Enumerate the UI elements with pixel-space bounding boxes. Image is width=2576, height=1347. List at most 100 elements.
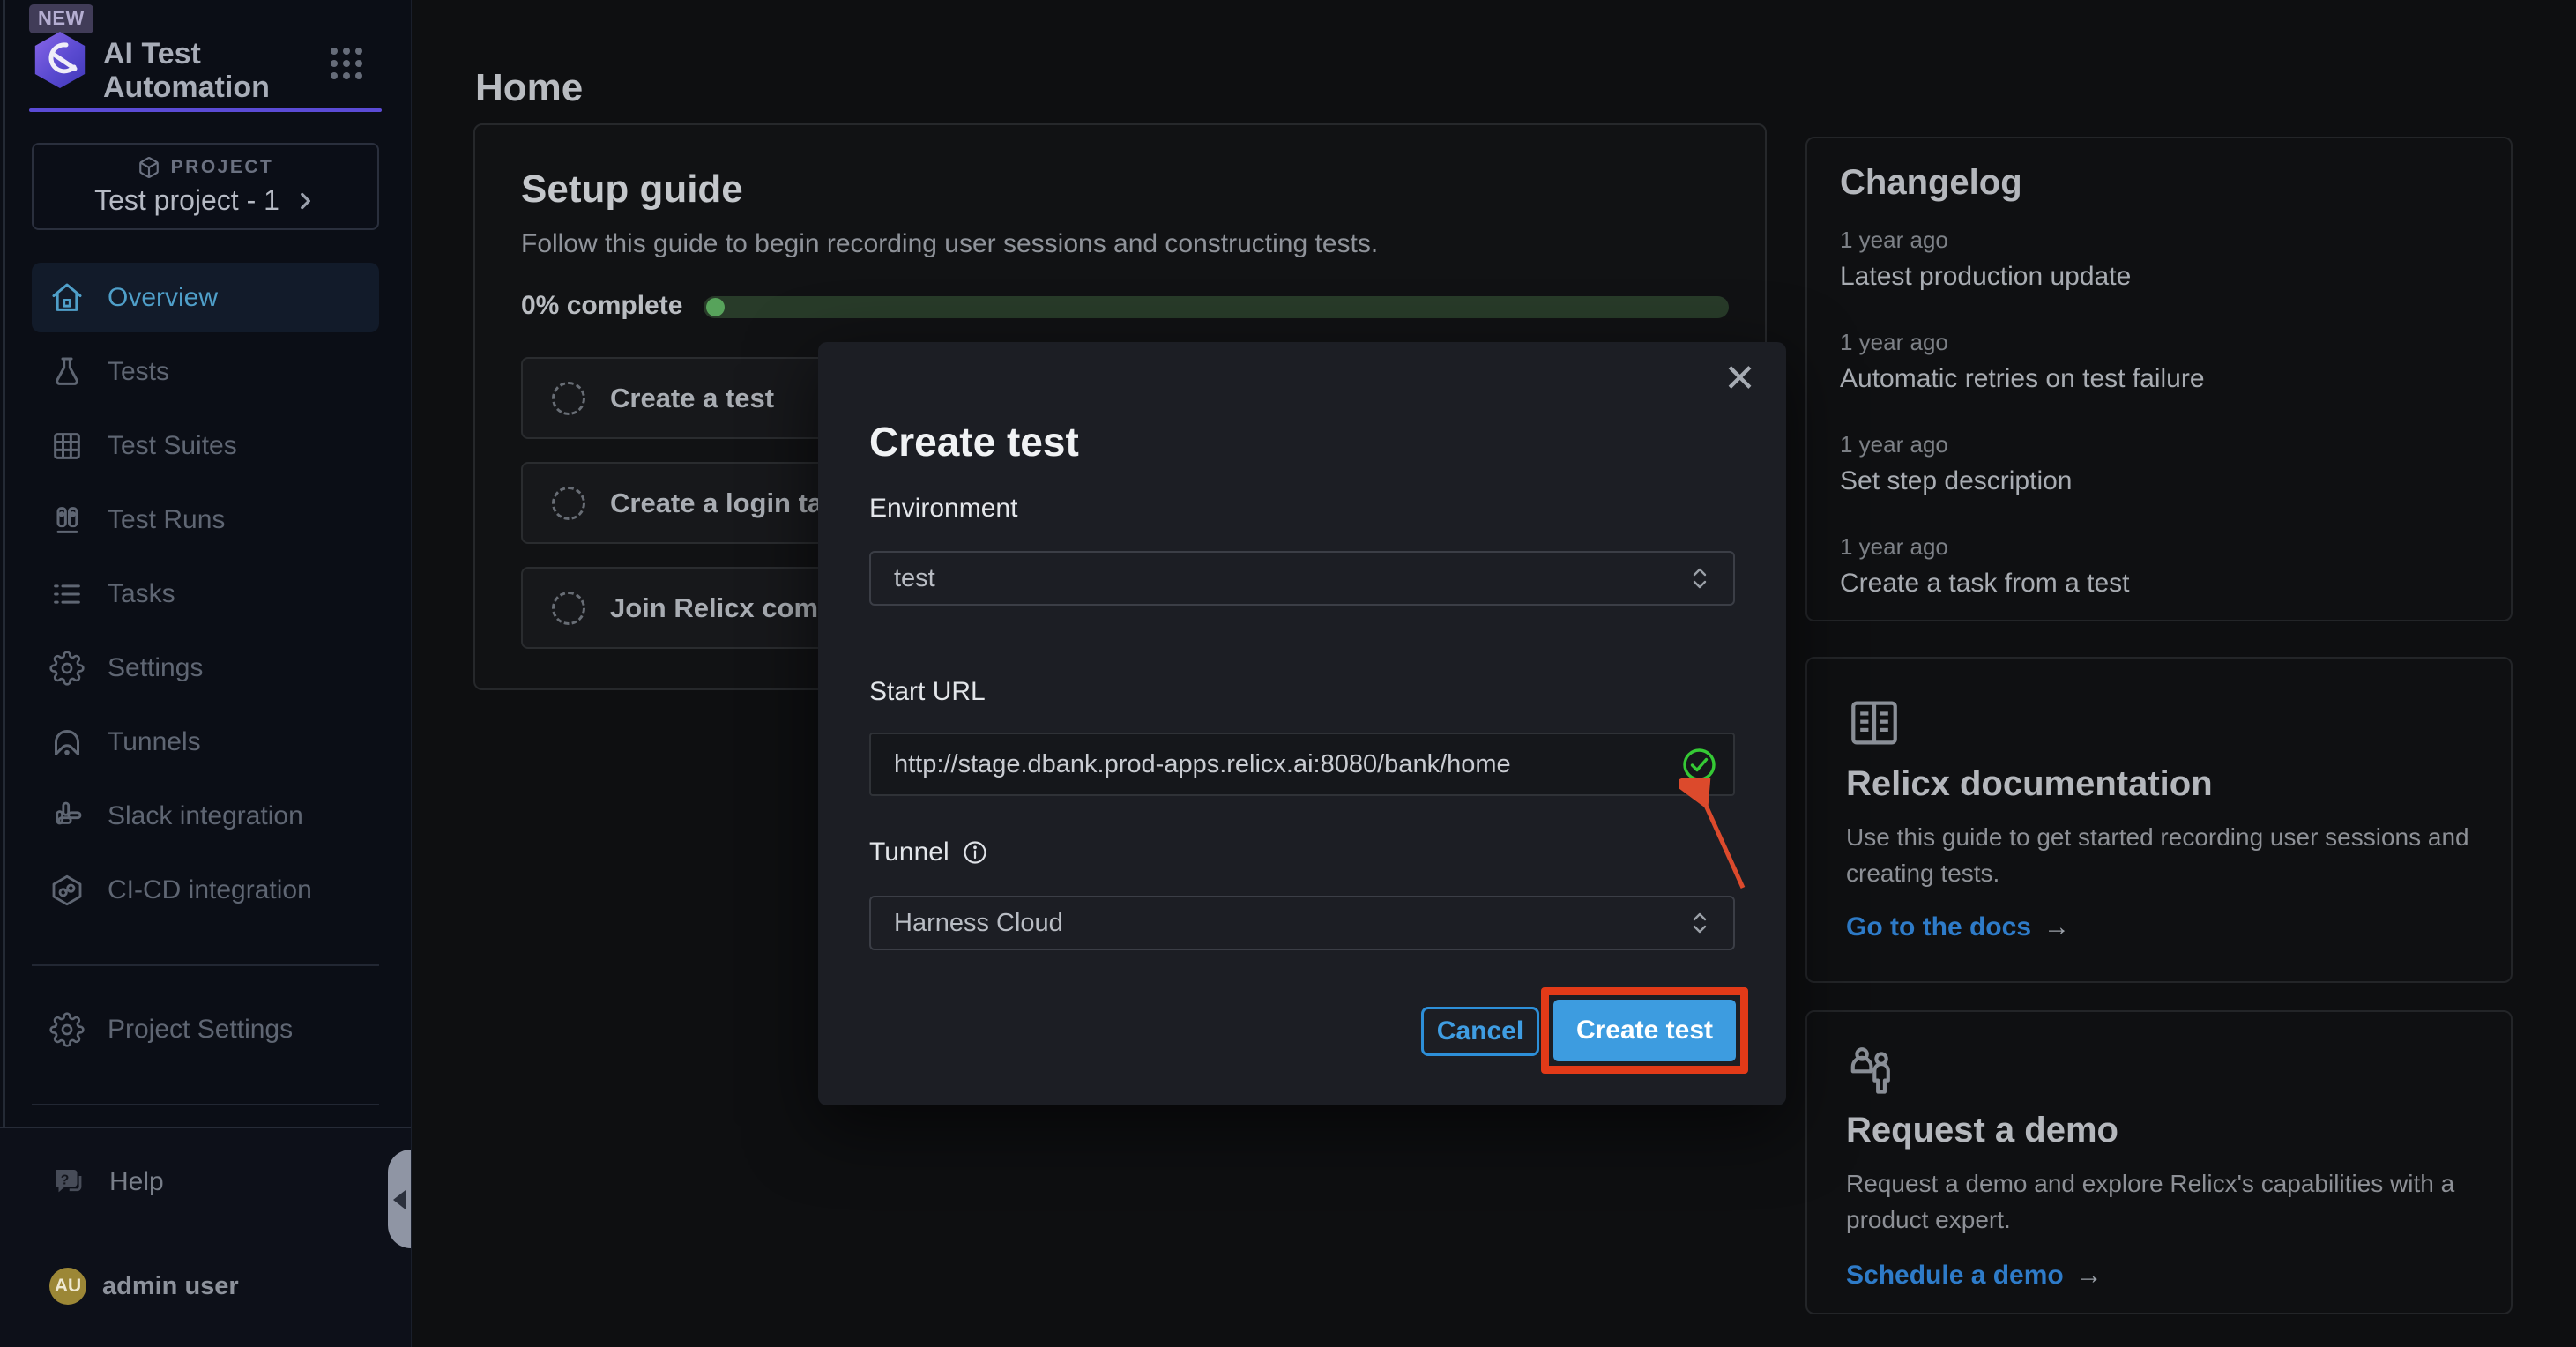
changelog-entry: 1 year ago Latest production update	[1840, 227, 2478, 292]
help-button[interactable]: ? Help	[49, 1164, 164, 1201]
sidebar-item-label: Project Settings	[108, 1015, 293, 1045]
changelog-title: Changelog	[1840, 163, 2022, 203]
incomplete-step-icon	[552, 487, 585, 520]
url-valid-check-icon	[1681, 747, 1717, 783]
sidebar-item-label: Slack integration	[108, 801, 303, 831]
sidebar-item-label: Overview	[108, 283, 218, 313]
sidebar-item-label: Test Suites	[108, 431, 237, 461]
environment-label: Environment	[869, 494, 1017, 524]
gear-icon	[49, 651, 85, 686]
task-list-icon	[49, 577, 85, 612]
changelog-entry: 1 year ago Automatic retries on test fai…	[1840, 329, 2478, 394]
help-label: Help	[109, 1167, 164, 1197]
sidebar-item-cicd-integration[interactable]: CI-CD integration	[32, 855, 379, 925]
cube-icon	[138, 156, 160, 179]
sidebar-item-overview[interactable]: Overview	[32, 263, 379, 332]
create-test-modal: ✕ Create test Environment test Start URL…	[818, 342, 1786, 1105]
tunnel-icon	[49, 725, 85, 760]
docs-body: Use this guide to get started recording …	[1846, 819, 2477, 892]
changelog-entry: 1 year ago Create a task from a test	[1840, 533, 2478, 599]
start-url-label: Start URL	[869, 677, 986, 707]
app-logo-icon	[34, 32, 86, 88]
sidebar-collapse-handle[interactable]	[388, 1150, 411, 1248]
sidebar-bottom-section: ? Help AU admin user	[0, 1127, 411, 1347]
chevron-right-icon	[294, 188, 316, 214]
go-to-docs-link[interactable]: Go to the docs →	[1846, 912, 2070, 942]
sidebar-item-label: CI-CD integration	[108, 875, 312, 905]
sidebar-item-label: Tunnels	[108, 727, 201, 757]
setup-guide-title: Setup guide	[521, 167, 743, 212]
cancel-button[interactable]: Cancel	[1421, 1007, 1539, 1056]
svg-text:?: ?	[61, 1172, 70, 1187]
demo-card: Request a demo Request a demo and explor…	[1805, 1010, 2513, 1314]
tunnel-select[interactable]: Harness Cloud	[869, 896, 1735, 950]
grid-table-icon	[49, 428, 85, 464]
sidebar-item-test-runs[interactable]: Test Runs	[32, 485, 379, 554]
sidebar-item-settings[interactable]: Settings	[32, 633, 379, 703]
sidebar-item-tunnels[interactable]: Tunnels	[32, 707, 379, 777]
user-menu[interactable]: AU admin user	[49, 1268, 239, 1305]
hexagon-link-icon	[49, 873, 85, 908]
project-selector-header: PROJECT	[138, 156, 274, 179]
changelog-list: 1 year ago Latest production update 1 ye…	[1840, 227, 2478, 636]
page-title: Home	[475, 66, 583, 110]
environment-select[interactable]: test	[869, 551, 1735, 606]
flask-icon	[49, 354, 85, 390]
incomplete-step-icon	[552, 382, 585, 415]
tunnel-label: Tunnel	[869, 837, 988, 867]
sidebar-item-slack-integration[interactable]: Slack integration	[32, 781, 379, 851]
sidebar-item-test-suites[interactable]: Test Suites	[32, 411, 379, 480]
project-label: PROJECT	[171, 157, 274, 178]
sidebar-item-tasks[interactable]: Tasks	[32, 559, 379, 629]
slack-icon	[49, 799, 85, 834]
docs-card: Relicx documentation Use this guide to g…	[1805, 657, 2513, 983]
modal-title: Create test	[869, 418, 1079, 465]
setup-guide-subtitle: Follow this guide to begin recording use…	[521, 229, 1378, 259]
progress-label: 0% complete	[521, 291, 682, 321]
schedule-demo-link[interactable]: Schedule a demo →	[1846, 1261, 2103, 1291]
demo-body: Request a demo and explore Relicx's capa…	[1846, 1165, 2477, 1239]
people-icon	[1846, 1044, 1901, 1097]
progress-bar	[704, 296, 1729, 318]
project-name: Test project - 1	[94, 184, 279, 217]
app-root: NEW AI Test Automation	[0, 0, 2576, 1347]
sidebar: NEW AI Test Automation	[0, 0, 412, 1347]
sidebar-divider	[32, 1104, 379, 1105]
app-title: AI Test Automation	[103, 37, 257, 104]
sidebar-header: NEW AI Test Automation	[0, 0, 411, 112]
sidebar-nav-secondary: Project Settings	[32, 994, 379, 1068]
demo-title: Request a demo	[1846, 1111, 2118, 1150]
sidebar-item-tests[interactable]: Tests	[32, 337, 379, 406]
sidebar-item-label: Tests	[108, 357, 169, 387]
help-chat-icon: ?	[49, 1164, 86, 1201]
close-icon[interactable]: ✕	[1718, 354, 1761, 404]
start-url-input[interactable]	[871, 734, 1733, 794]
sidebar-divider	[32, 964, 379, 966]
arrow-right-icon: →	[2044, 912, 2070, 942]
docs-title: Relicx documentation	[1846, 764, 2213, 804]
sidebar-item-label: Settings	[108, 653, 203, 683]
new-badge: NEW	[29, 4, 93, 33]
book-icon	[1846, 697, 1902, 748]
user-name: admin user	[102, 1272, 239, 1301]
project-selector[interactable]: PROJECT Test project - 1	[32, 143, 379, 230]
sidebar-item-project-settings[interactable]: Project Settings	[32, 994, 379, 1064]
start-url-field	[869, 733, 1735, 796]
annotation-highlight-box: Create test	[1541, 987, 1748, 1074]
arrow-right-icon: →	[2076, 1261, 2103, 1291]
chevron-up-down-icon	[1689, 910, 1710, 936]
apps-grid-icon[interactable]	[330, 48, 363, 79]
info-icon[interactable]	[962, 839, 988, 866]
gear-icon	[49, 1012, 85, 1047]
changelog-entry: 1 year ago Set step description	[1840, 431, 2478, 496]
sidebar-item-label: Test Runs	[108, 505, 225, 535]
columns-runs-icon	[49, 502, 85, 538]
create-test-button[interactable]: Create test	[1553, 1000, 1736, 1061]
chevron-up-down-icon	[1689, 565, 1710, 592]
sidebar-nav: Overview Tests Test Suit	[32, 263, 379, 929]
progress-indicator	[706, 298, 725, 316]
home-icon	[49, 280, 85, 316]
sidebar-item-label: Tasks	[108, 579, 175, 609]
avatar: AU	[49, 1268, 86, 1305]
incomplete-step-icon	[552, 592, 585, 625]
